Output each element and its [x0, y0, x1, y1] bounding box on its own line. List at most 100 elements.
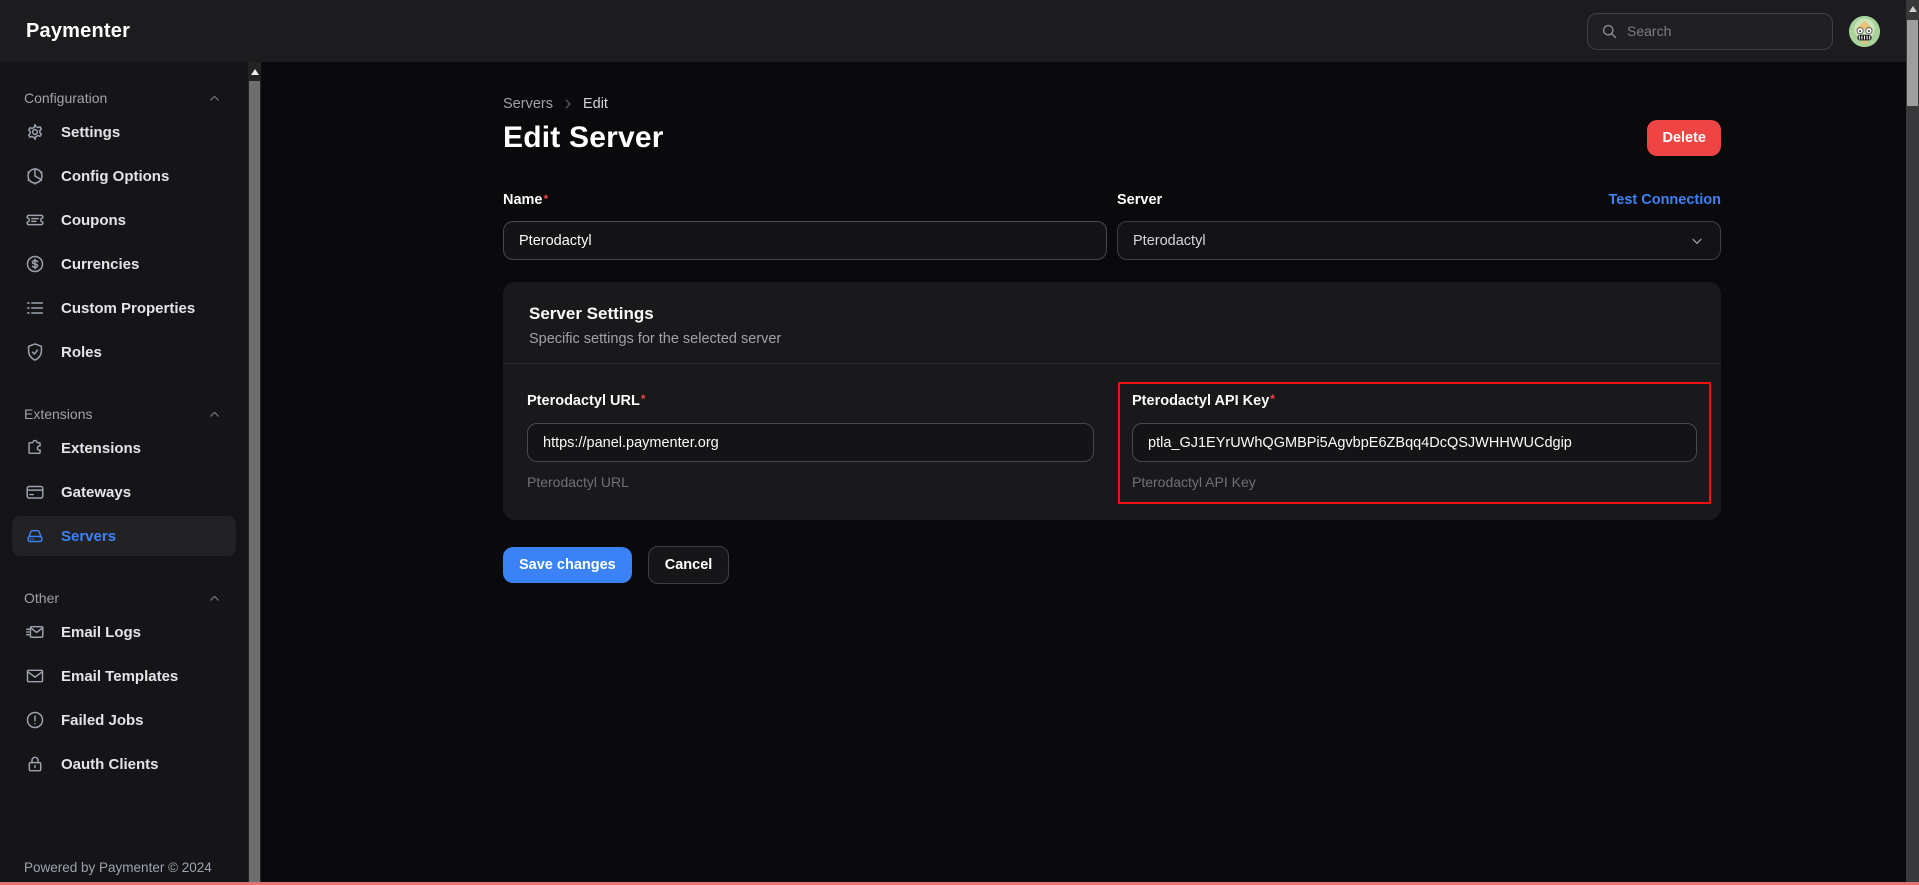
- section-header-configuration[interactable]: Configuration: [0, 88, 248, 108]
- server-icon: [24, 525, 46, 547]
- server-select-value: Pterodactyl: [1133, 233, 1206, 249]
- search-box[interactable]: [1587, 13, 1833, 50]
- credit-card-icon: [24, 481, 46, 503]
- name-label: Name*: [503, 192, 548, 208]
- avatar[interactable]: [1849, 16, 1880, 47]
- save-changes-button[interactable]: Save changes: [503, 547, 632, 583]
- section-header-other[interactable]: Other: [0, 588, 248, 608]
- sidebar-item-gateways[interactable]: Gateways: [12, 472, 236, 512]
- breadcrumb: Servers Edit: [503, 96, 1721, 112]
- shield-check-icon: [24, 341, 46, 363]
- scroll-up-arrow-icon[interactable]: [1909, 6, 1917, 12]
- sidebar-item-roles[interactable]: Roles: [12, 332, 236, 372]
- red-highlight-box: Pterodactyl API Key* Pterodactyl API Key: [1118, 382, 1711, 504]
- pterodactyl-url-helper: Pterodactyl URL: [527, 474, 1094, 490]
- sidebar-section-configuration: Configuration Settings Config Options: [0, 88, 248, 372]
- envelope-lines-icon: [24, 621, 46, 643]
- pterodactyl-api-key-helper: Pterodactyl API Key: [1132, 474, 1697, 490]
- sidebar-item-label: Servers: [61, 528, 116, 545]
- sidebar-item-currencies[interactable]: Currencies: [12, 244, 236, 284]
- sidebar-item-extensions[interactable]: Extensions: [12, 428, 236, 468]
- top-fields-row: Name* Server Test Connection Pterodactyl: [503, 192, 1721, 260]
- name-input[interactable]: [503, 221, 1107, 260]
- cog-icon: [24, 165, 46, 187]
- section-label: Configuration: [24, 90, 107, 106]
- gear-icon: [24, 121, 46, 143]
- sidebar-item-servers[interactable]: Servers: [12, 516, 236, 556]
- server-settings-card: Server Settings Specific settings for th…: [503, 282, 1721, 520]
- card-subtitle: Specific settings for the selected serve…: [529, 331, 1695, 347]
- chevron-up-icon: [207, 407, 222, 422]
- card-body: Pterodactyl URL* Pterodactyl URL Pteroda…: [503, 364, 1721, 520]
- sidebar-section-other: Other Email Logs Email Templates: [0, 588, 248, 784]
- sidebar-item-oauth-clients[interactable]: Oauth Clients: [12, 744, 236, 784]
- server-select[interactable]: Pterodactyl: [1117, 221, 1721, 260]
- breadcrumb-edit: Edit: [583, 96, 608, 112]
- sidebar: Configuration Settings Config Options: [0, 62, 248, 885]
- sidebar-item-label: Failed Jobs: [61, 712, 144, 729]
- sidebar-item-label: Email Logs: [61, 624, 141, 641]
- test-connection-link[interactable]: Test Connection: [1608, 192, 1721, 208]
- pterodactyl-url-label: Pterodactyl URL*: [527, 393, 645, 409]
- sidebar-item-settings[interactable]: Settings: [12, 112, 236, 152]
- puzzle-icon: [24, 437, 46, 459]
- app-window: Paymenter: [0, 0, 1906, 885]
- exclamation-circle-icon: [24, 709, 46, 731]
- main-panel: Servers Edit Edit Server Delete Name*: [261, 62, 1906, 885]
- section-header-extensions[interactable]: Extensions: [0, 404, 248, 424]
- breadcrumb-servers[interactable]: Servers: [503, 96, 553, 112]
- list-bullet-icon: [24, 297, 46, 319]
- chevron-right-icon: [561, 97, 575, 111]
- search-input[interactable]: [1627, 23, 1820, 39]
- topbar: Paymenter: [0, 0, 1906, 62]
- title-row: Edit Server Delete: [503, 120, 1721, 156]
- sidebar-item-label: Settings: [61, 124, 120, 141]
- card-title: Server Settings: [529, 304, 1695, 324]
- sidebar-item-label: Oauth Clients: [61, 756, 159, 773]
- sidebar-section-extensions: Extensions Extensions Gateways: [0, 404, 248, 556]
- sidebar-item-failed-jobs[interactable]: Failed Jobs: [12, 700, 236, 740]
- sidebar-item-custom-properties[interactable]: Custom Properties: [12, 288, 236, 328]
- cancel-button[interactable]: Cancel: [648, 546, 730, 584]
- ticket-icon: [24, 209, 46, 231]
- sidebar-item-email-templates[interactable]: Email Templates: [12, 656, 236, 696]
- page-title: Edit Server: [503, 121, 664, 155]
- card-header: Server Settings Specific settings for th…: [503, 282, 1721, 363]
- page-scrollbar[interactable]: [1906, 0, 1919, 885]
- delete-button[interactable]: Delete: [1647, 120, 1721, 156]
- layout: Configuration Settings Config Options: [0, 62, 1906, 885]
- lock-icon: [24, 753, 46, 775]
- sidebar-item-label: Extensions: [61, 440, 141, 457]
- pterodactyl-url-field-group: Pterodactyl URL* Pterodactyl URL: [527, 392, 1094, 490]
- scroll-up-arrow-icon[interactable]: [251, 69, 259, 75]
- section-label: Other: [24, 590, 59, 606]
- chevron-up-icon: [207, 91, 222, 106]
- sidebar-item-label: Currencies: [61, 256, 139, 273]
- name-field-group: Name*: [503, 192, 1107, 260]
- sidebar-item-label: Email Templates: [61, 668, 178, 685]
- sidebar-item-label: Config Options: [61, 168, 169, 185]
- pterodactyl-api-key-label: Pterodactyl API Key*: [1132, 393, 1275, 409]
- pterodactyl-api-key-input[interactable]: [1132, 423, 1697, 462]
- sidebar-item-email-logs[interactable]: Email Logs: [12, 612, 236, 652]
- topbar-right: [1587, 13, 1880, 50]
- currency-dollar-icon: [24, 253, 46, 275]
- pterodactyl-url-input[interactable]: [527, 423, 1094, 462]
- server-field-group: Server Test Connection Pterodactyl: [1117, 192, 1721, 260]
- sidebar-scrollbar-thumb[interactable]: [249, 81, 260, 885]
- sidebar-item-label: Roles: [61, 344, 102, 361]
- required-mark: *: [1270, 392, 1275, 406]
- page-scrollbar-thumb[interactable]: [1907, 20, 1918, 106]
- section-label: Extensions: [24, 406, 92, 422]
- sidebar-item-label: Custom Properties: [61, 300, 195, 317]
- sidebar-item-coupons[interactable]: Coupons: [12, 200, 236, 240]
- required-mark: *: [641, 392, 646, 406]
- sidebar-item-label: Gateways: [61, 484, 131, 501]
- envelope-icon: [24, 665, 46, 687]
- chevron-up-icon: [207, 591, 222, 606]
- server-label: Server: [1117, 192, 1162, 208]
- required-mark: *: [544, 192, 549, 206]
- sidebar-item-label: Coupons: [61, 212, 126, 229]
- sidebar-scrollbar[interactable]: [248, 62, 261, 885]
- sidebar-item-config-options[interactable]: Config Options: [12, 156, 236, 196]
